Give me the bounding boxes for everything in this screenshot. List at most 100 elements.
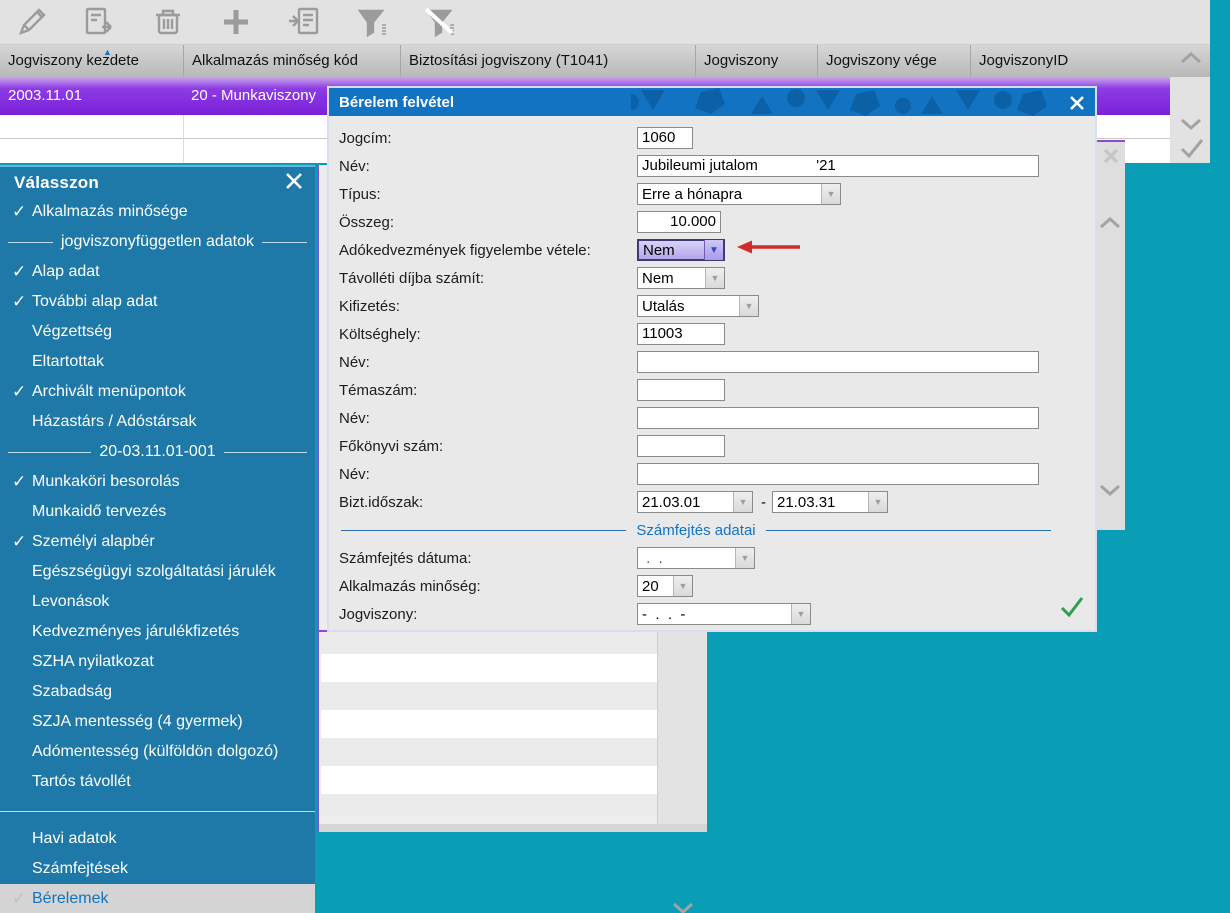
dialog-body: Jogcím: 1060 Név: Jubileumi jutalom '21 … (329, 116, 1095, 628)
biztidoszak-tol-select[interactable]: 21.03.01 ▼ (637, 491, 753, 513)
sidebar-menu: ✓Alkalmazás minőségejogviszonyfüggetlen … (0, 197, 315, 913)
sidebar-item[interactable]: Munkaidő tervezés (0, 497, 315, 527)
scroll-down-icon[interactable] (1097, 482, 1123, 498)
sidebar-item[interactable]: Tartós távollét (0, 767, 315, 797)
chevron-down-icon: ▼ (739, 296, 758, 316)
nev-input[interactable]: Jubileumi jutalom '21 (637, 155, 1039, 177)
column-header[interactable]: Alkalmazás minőség kód (183, 45, 400, 77)
szamfejtes-datuma-select[interactable]: . . ▼ (637, 547, 755, 569)
copy-record-icon[interactable] (284, 4, 324, 40)
section-divider: Számfejtés adatai (341, 516, 1051, 544)
sidebar-item[interactable]: Szabadság (0, 677, 315, 707)
sidebar-item[interactable]: Végzettség (0, 317, 315, 347)
sidebar-item[interactable]: ✓Munkaköri besorolás (0, 467, 315, 497)
sidebar-item[interactable]: ✓Bérelemek (0, 884, 315, 913)
sidebar-item[interactable]: ✓Alkalmazás minősége (0, 197, 315, 227)
jogcim-input[interactable]: 1060 (637, 127, 693, 149)
chevron-down-icon: ▼ (791, 604, 810, 624)
column-header[interactable]: Jogviszony (695, 45, 817, 77)
edit-icon[interactable] (12, 4, 52, 40)
field-row-fokonyvi: Főkönyvi szám: (339, 432, 1095, 460)
app-root: { "colors": { "accent_blue": "#1273c4", … (0, 0, 1230, 913)
table-header: Jogviszony kezdete Alkalmazás minőség kó… (0, 45, 1210, 77)
sidebar-menu-panel: Válasszon ✓Alkalmazás minőségejogviszony… (0, 165, 315, 913)
check-icon: ✓ (0, 532, 30, 552)
column-header[interactable]: JogviszonyID (970, 45, 1170, 77)
chevron-down-icon: ▼ (733, 492, 752, 512)
osszeg-input[interactable]: 10.000 (637, 211, 721, 233)
kifizetes-select[interactable]: Utalás ▼ (637, 295, 759, 317)
scroll-up-icon[interactable] (1178, 50, 1204, 66)
nev-input[interactable] (637, 407, 1039, 429)
nev-input[interactable] (637, 351, 1039, 373)
titlebar-pattern (631, 88, 1061, 116)
column-header[interactable]: Biztosítási jogviszony (T1041) (400, 45, 695, 77)
close-icon[interactable] (285, 172, 303, 195)
sidebar-section-divider: jogviszonyfüggetlen adatok (0, 227, 315, 257)
filter-icon[interactable] (352, 4, 392, 40)
field-row-biztidoszak: Bizt.időszak: 21.03.01 ▼ - 21.03.31 ▼ (339, 488, 1095, 516)
field-row-tavolleti: Távolléti díjba számít: Nem ▼ (339, 264, 1095, 292)
close-icon[interactable] (1102, 147, 1120, 170)
sidebar-title: Válasszon (14, 173, 99, 193)
check-icon: ✓ (0, 472, 30, 492)
sidebar-section-divider: 20-03.11.01-001 (0, 437, 315, 467)
chevron-down-icon: ▼ (735, 548, 754, 568)
jogviszony-select[interactable]: - . . - ▼ (637, 603, 811, 625)
sidebar-item[interactable]: Adómentesség (külföldön dolgozó) (0, 737, 315, 767)
close-icon[interactable] (1067, 93, 1087, 113)
sidebar-item[interactable]: Házastárs / Adóstársak (0, 407, 315, 437)
field-row-nev1: Név: Jubileumi jutalom '21 (339, 152, 1095, 180)
sidebar-item[interactable]: Egészségügyi szolgáltatási járulék (0, 557, 315, 587)
chevron-down-icon: ▼ (673, 576, 692, 596)
sidebar-item[interactable]: ✓Személyi alapbér (0, 527, 315, 557)
filter-clear-icon[interactable] (420, 4, 460, 40)
sidebar-item[interactable]: ✓Alap adat (0, 257, 315, 287)
sidebar-item[interactable]: Kedvezményes járulékfizetés (0, 617, 315, 647)
tavolleti-select[interactable]: Nem ▼ (637, 267, 725, 289)
field-row-kifizetes: Kifizetés: Utalás ▼ (339, 292, 1095, 320)
field-row-nev3: Név: (339, 404, 1095, 432)
check-icon: ✓ (0, 202, 30, 222)
cell-jogviszony-kezdete: 2003.11.01 (0, 77, 183, 115)
confirm-check-icon[interactable] (1059, 595, 1085, 624)
scroll-down-icon[interactable] (1178, 116, 1204, 132)
chevron-down-icon: ▼ (705, 268, 724, 288)
add-icon[interactable] (216, 4, 256, 40)
check-icon: ✓ (0, 292, 30, 312)
sort-ascending-icon: ▲ (103, 47, 112, 57)
alkalmazas-minoseg-select[interactable]: 20 ▼ (637, 575, 693, 597)
confirm-check-icon[interactable] (1178, 136, 1206, 160)
field-row-tipus: Típus: Erre a hónapra ▼ (339, 180, 1095, 208)
new-record-icon[interactable] (80, 4, 120, 40)
scroll-up-icon[interactable] (1097, 215, 1123, 231)
chevron-down-icon: ▼ (821, 184, 840, 204)
date-range-dash: - (753, 494, 772, 511)
check-icon: ✓ (0, 889, 30, 909)
delete-icon[interactable] (148, 4, 188, 40)
tipus-select[interactable]: Erre a hónapra ▼ (637, 183, 841, 205)
dialog-titlebar: Bérelem felvétel (329, 88, 1095, 116)
sidebar-item[interactable]: Havi adatok (0, 824, 315, 854)
sidebar-item[interactable]: SZJA mentesség (4 gyermek) (0, 707, 315, 737)
scroll-down-icon[interactable] (670, 900, 696, 913)
koltseghely-input[interactable]: 11003 (637, 323, 725, 345)
sidebar-item[interactable]: Számfejtések (0, 854, 315, 884)
field-row-nev4: Név: (339, 460, 1095, 488)
field-row-szamfejtes-datuma: Számfejtés dátuma: . . ▼ (339, 544, 1095, 572)
field-row-jogviszony: Jogviszony: - . . - ▼ (339, 600, 1095, 628)
sidebar-item[interactable]: SZHA nyilatkozat (0, 647, 315, 677)
adokedvezmeny-select[interactable]: Nem ▼ (637, 239, 725, 261)
sidebar-item[interactable]: Levonások (0, 587, 315, 617)
column-header[interactable]: Jogviszony kezdete (0, 45, 183, 77)
biztidoszak-ig-select[interactable]: 21.03.31 ▼ (772, 491, 888, 513)
chevron-down-icon: ▼ (704, 240, 723, 260)
column-header[interactable]: Jogviszony vége (817, 45, 970, 77)
list-scroll-strip (657, 632, 707, 824)
temaszam-input[interactable] (637, 379, 725, 401)
sidebar-item[interactable]: Eltartottak (0, 347, 315, 377)
fokonyvi-input[interactable] (637, 435, 725, 457)
sidebar-item[interactable]: ✓Archivált menüpontok (0, 377, 315, 407)
nev-input[interactable] (637, 463, 1039, 485)
sidebar-item[interactable]: ✓További alap adat (0, 287, 315, 317)
